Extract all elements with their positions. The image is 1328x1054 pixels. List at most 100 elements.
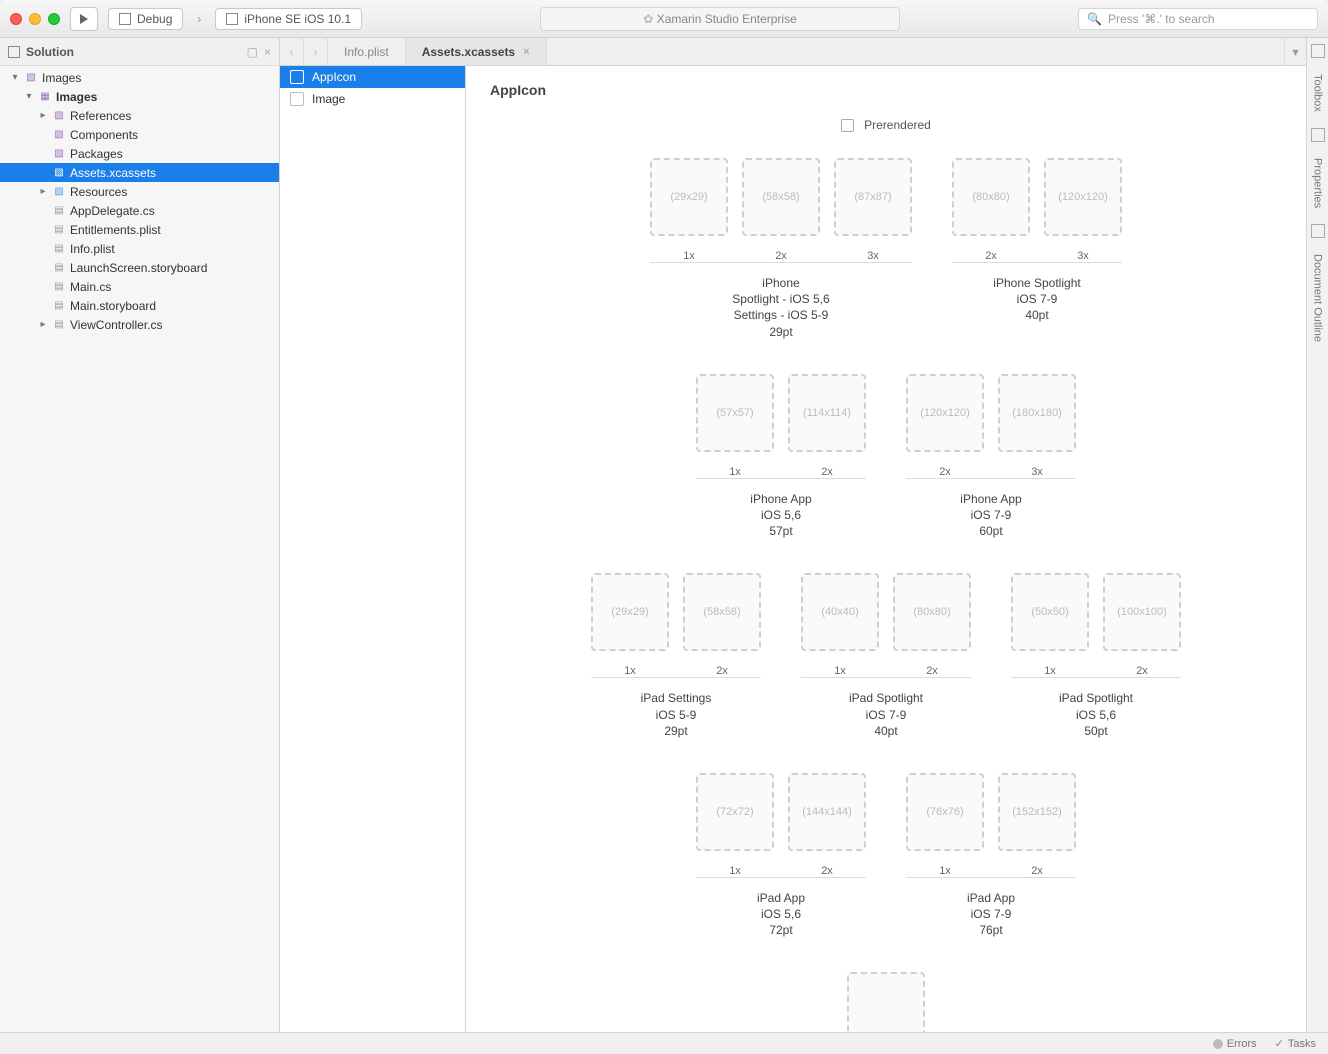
dimension-label: (50x50): [1031, 606, 1068, 618]
tree-item[interactable]: ▾▦Images: [0, 87, 279, 106]
tree-item[interactable]: ▤Main.cs: [0, 277, 279, 296]
slot-column: (144x144)2x: [788, 773, 866, 877]
folder-icon: ▧: [52, 109, 66, 123]
tasks-pad-button[interactable]: ✓Tasks: [1275, 1037, 1316, 1050]
asset-label: Image: [312, 92, 345, 106]
rail-label[interactable]: Properties: [1312, 158, 1324, 208]
group-row: [847, 972, 925, 1032]
configuration-selector[interactable]: Debug: [108, 8, 183, 30]
close-icon[interactable]: [10, 13, 22, 25]
tree-item[interactable]: ▤Main.storyboard: [0, 296, 279, 315]
tree-item[interactable]: ▸▤ViewController.cs: [0, 315, 279, 334]
image-well[interactable]: (152x152): [998, 773, 1076, 851]
tasks-label: Tasks: [1288, 1038, 1316, 1050]
disclosure-icon[interactable]: ▸: [38, 319, 48, 330]
slot-row: (76x76)1x(152x152)2x: [906, 773, 1076, 878]
file-icon: ▤: [52, 204, 66, 218]
nav-forward-button[interactable]: ›: [304, 38, 328, 65]
slot-column: (50x50)1x: [1011, 573, 1089, 677]
autohide-icon[interactable]: ▢: [247, 45, 258, 59]
minimize-icon[interactable]: [29, 13, 41, 25]
image-well[interactable]: (114x114): [788, 374, 866, 452]
icon-group: [847, 972, 925, 1032]
tree-item[interactable]: ▾▧Images: [0, 68, 279, 87]
tab-overflow-button[interactable]: ▾: [1284, 38, 1306, 65]
disclosure-icon[interactable]: ▾: [24, 91, 34, 102]
group-title: iPad Spotlight iOS 7-9 40pt: [849, 690, 923, 739]
image-well[interactable]: (80x80): [952, 158, 1030, 236]
group-row: (57x57)1x(114x114)2xiPhone App iOS 5,6 5…: [696, 374, 1076, 540]
solution-tree[interactable]: ▾▧Images▾▦Images▸▧References▧Components▧…: [0, 66, 279, 1032]
rail-label[interactable]: Toolbox: [1312, 74, 1324, 112]
tree-item[interactable]: ▤AppDelegate.cs: [0, 201, 279, 220]
slot-row: (29x29)1x(58x58)2x: [591, 573, 761, 678]
zoom-icon[interactable]: [48, 13, 60, 25]
image-well[interactable]: (50x50): [1011, 573, 1089, 651]
image-well[interactable]: (40x40): [801, 573, 879, 651]
nav-back-button[interactable]: ‹: [280, 38, 304, 65]
image-well[interactable]: (180x180): [998, 374, 1076, 452]
tree-item[interactable]: ▸▧Resources: [0, 182, 279, 201]
scale-label: 2x: [1031, 861, 1043, 877]
tree-item[interactable]: ▤LaunchScreen.storyboard: [0, 258, 279, 277]
image-well[interactable]: (120x120): [906, 374, 984, 452]
image-well[interactable]: (29x29): [591, 573, 669, 651]
disclosure-icon[interactable]: ▸: [38, 110, 48, 121]
image-well[interactable]: [847, 972, 925, 1032]
dimension-label: (120x120): [1058, 191, 1108, 203]
file-icon: ▤: [52, 318, 66, 332]
global-search[interactable]: 🔍 Press '⌘.' to search: [1078, 8, 1318, 30]
image-well[interactable]: (57x57): [696, 374, 774, 452]
tree-item-label: References: [70, 109, 131, 123]
image-well[interactable]: (87x87): [834, 158, 912, 236]
editor-panel: ‹ › Info.plist Assets.xcassets × ▾ AppIc…: [280, 38, 1306, 1032]
asset-item[interactable]: AppIcon: [280, 66, 465, 88]
slot-row: (72x72)1x(144x144)2x: [696, 773, 866, 878]
prerendered-checkbox[interactable]: [841, 119, 854, 132]
asset-item[interactable]: Image: [280, 88, 465, 110]
run-button[interactable]: [70, 7, 98, 31]
config-label: Debug: [137, 12, 172, 26]
dimension-label: (40x40): [821, 606, 858, 618]
dimension-label: (72x72): [716, 806, 753, 818]
rail-icon[interactable]: [1311, 224, 1325, 238]
disclosure-icon[interactable]: ▸: [38, 186, 48, 197]
scale-label: 2x: [926, 661, 938, 677]
dimension-label: (57x57): [716, 407, 753, 419]
slot-column: (58x58)2x: [742, 158, 820, 262]
device-selector[interactable]: iPhone SE iOS 10.1: [215, 8, 362, 30]
rail-label[interactable]: Document Outline: [1312, 254, 1324, 342]
image-well[interactable]: (58x58): [683, 573, 761, 651]
tree-item[interactable]: ▧Packages: [0, 144, 279, 163]
tab-assets-xcassets[interactable]: Assets.xcassets ×: [406, 38, 547, 65]
tree-item[interactable]: ▤Info.plist: [0, 239, 279, 258]
tree-item[interactable]: ▧Components: [0, 125, 279, 144]
disclosure-icon[interactable]: ▾: [10, 72, 20, 83]
rail-icon[interactable]: [1311, 44, 1325, 58]
asset-canvas: AppIcon Prerendered (29x29)1x(58x58)2x(8…: [466, 66, 1306, 1032]
asset-list[interactable]: AppIcon Image: [280, 66, 466, 1032]
tab-close-icon[interactable]: ×: [523, 46, 529, 58]
image-well[interactable]: (144x144): [788, 773, 866, 851]
image-well[interactable]: (76x76): [906, 773, 984, 851]
tree-item[interactable]: ▤Entitlements.plist: [0, 220, 279, 239]
tree-item-label: Main.cs: [70, 280, 111, 294]
image-well[interactable]: (58x58): [742, 158, 820, 236]
image-well[interactable]: (72x72): [696, 773, 774, 851]
gear-icon: ✿: [643, 12, 653, 26]
folder-icon: ▧: [24, 71, 38, 85]
image-well[interactable]: (29x29): [650, 158, 728, 236]
image-well[interactable]: (80x80): [893, 573, 971, 651]
solution-title: Solution: [26, 45, 74, 59]
tab-info-plist[interactable]: Info.plist: [328, 38, 406, 65]
errors-pad-button[interactable]: Errors: [1213, 1038, 1257, 1050]
folder-icon: ▧: [52, 128, 66, 142]
rail-icon[interactable]: [1311, 128, 1325, 142]
close-panel-icon[interactable]: ×: [264, 45, 271, 59]
image-well[interactable]: (120x120): [1044, 158, 1122, 236]
scale-label: 2x: [1136, 661, 1148, 677]
image-well[interactable]: (100x100): [1103, 573, 1181, 651]
solution-panel: Solution ▢ × ▾▧Images▾▦Images▸▧Reference…: [0, 38, 280, 1032]
tree-item[interactable]: ▸ ▧ References: [0, 106, 279, 125]
tree-item[interactable]: ▧Assets.xcassets: [0, 163, 279, 182]
